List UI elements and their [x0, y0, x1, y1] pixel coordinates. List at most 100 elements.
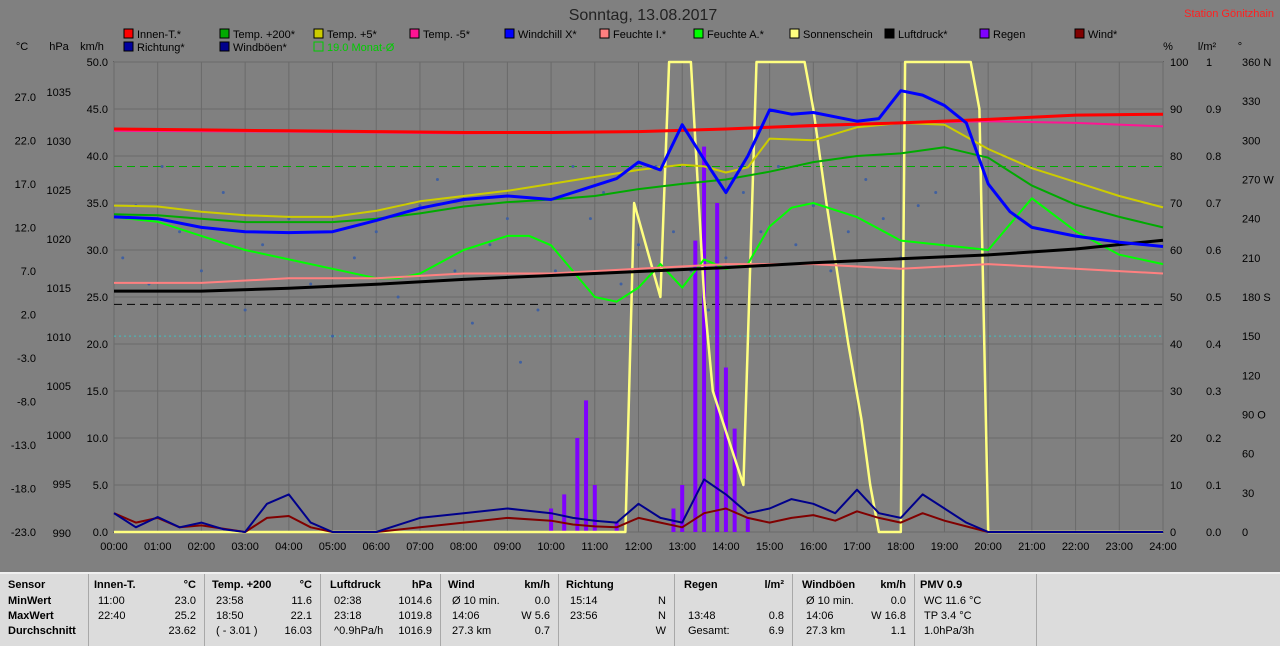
x-tick: 01:00	[144, 541, 172, 553]
direction-point	[829, 269, 833, 273]
humidity-tick: 50	[1170, 292, 1182, 304]
pressure-tick: 1020	[47, 234, 71, 246]
x-tick: 02:00	[188, 541, 216, 553]
x-tick: 07:00	[406, 541, 434, 553]
x-tick: 04:00	[275, 541, 303, 553]
rain-tick: 0.7	[1206, 198, 1221, 210]
stats-cell-left: WC 11.6 °C	[924, 595, 982, 607]
direction-tick: 150	[1242, 331, 1260, 343]
temp-tick: -13.0	[11, 440, 36, 452]
rain-bar	[693, 240, 698, 532]
stats-cell-value: 6.9	[768, 625, 784, 637]
direction-point	[619, 282, 623, 286]
direction-tick: 240	[1242, 214, 1260, 226]
weather-chart: 27.0 22.0 17.0 12.0 7.0 2.0 -3.0 -8.0 -13.0 -18.0…	[0, 0, 1280, 570]
stats-cell-value: N	[658, 610, 666, 622]
temp-tick: 27.0	[15, 92, 36, 104]
stats-column: Temp. +200 °C 23:58 11.6 18:50 22.1( - 3.01 )…	[208, 574, 321, 646]
stats-cell-left: 1.0hPa/3h	[924, 625, 975, 637]
temp-tick: 17.0	[15, 179, 36, 191]
direction-point	[243, 308, 247, 312]
stats-unit: km/h	[880, 579, 906, 591]
stats-cell-value: 0.7	[534, 625, 550, 637]
stats-cell-value: 0.0	[534, 595, 550, 607]
x-tick: 08:00	[450, 541, 478, 553]
legend-swatch	[313, 41, 324, 52]
stats-header: Richtung	[566, 579, 614, 591]
stats-cell-value: W 16.8	[871, 610, 906, 622]
stats-unit: l/m²	[764, 579, 784, 591]
x-tick: 21:00	[1018, 541, 1046, 553]
stats-cell-value: 0.8	[768, 610, 784, 622]
rain-tick: 0.3	[1206, 386, 1221, 398]
pressure-tick: 995	[53, 479, 71, 491]
x-tick: 00:00	[100, 541, 128, 553]
stats-row-label: MinWert	[8, 595, 52, 607]
pressure-tick: 1025	[47, 185, 71, 197]
legend: Innen-T.* Temp. +200* Temp. +5* Temp. -5* Wi…	[123, 28, 1118, 54]
direction-point	[160, 164, 164, 168]
legend-label: Sonnenschein	[803, 29, 873, 41]
legend-label: Temp. +5*	[327, 29, 378, 41]
legend-label: Temp. -5*	[423, 29, 471, 41]
wind-tick: 40.0	[87, 151, 108, 163]
wind-tick: 35.0	[87, 198, 108, 210]
x-tick: 11:00	[581, 541, 608, 553]
axis-unit: °	[1238, 41, 1242, 53]
stats-cell-value: 22.1	[290, 610, 312, 622]
x-tick: 12:00	[625, 541, 653, 553]
pressure-tick: 1015	[47, 283, 71, 295]
direction-point	[488, 243, 492, 247]
direction-point	[221, 191, 225, 195]
x-tick: 06:00	[362, 541, 390, 553]
station-name: Station Gönitzhain	[1184, 8, 1274, 20]
legend-label: Windböen*	[233, 42, 288, 54]
stats-cell-value: 1019.8	[398, 610, 432, 622]
direction-point	[331, 334, 335, 338]
x-tick: 18:00	[887, 541, 915, 553]
wind-tick: 45.0	[87, 104, 108, 116]
direction-tick: 300	[1242, 135, 1260, 147]
direction-point	[571, 164, 575, 168]
direction-point	[794, 243, 798, 247]
stats-row-label: Durchschnitt	[8, 625, 76, 637]
direction-tick: 120	[1242, 370, 1260, 382]
legend-label: Luftdruck*	[898, 29, 948, 41]
direction-point	[518, 360, 522, 364]
legend-label: Wind*	[1088, 29, 1118, 41]
x-tick: 16:00	[800, 541, 828, 553]
direction-point	[934, 191, 938, 195]
legend-swatch	[1074, 28, 1085, 39]
temp-tick: 22.0	[15, 136, 36, 148]
rain-bar	[745, 517, 750, 532]
stats-cell-value: 25.2	[174, 610, 196, 622]
legend-label: 19.0 Monat-Ø	[327, 42, 395, 54]
pressure-tick: 1000	[47, 430, 71, 442]
direction-point	[121, 256, 125, 260]
temp-tick: 2.0	[21, 310, 36, 322]
wind-tick: 0.0	[93, 527, 108, 539]
rain-bar	[702, 146, 707, 532]
humidity-tick: 10	[1170, 480, 1182, 492]
rain-tick: 0.9	[1206, 104, 1221, 116]
stats-cell-value: N	[658, 595, 666, 607]
humidity-tick: 60	[1170, 245, 1182, 257]
legend-swatch	[409, 28, 420, 39]
stats-row-label: MaxWert	[8, 610, 54, 622]
rain-tick: 0.4	[1206, 339, 1221, 351]
wind-tick: 25.0	[87, 292, 108, 304]
pressure-tick: 990	[53, 528, 71, 540]
axis-unit: hPa	[49, 41, 69, 53]
axis-unit: %	[1163, 41, 1173, 53]
stats-cell-value: 1014.6	[398, 595, 432, 607]
temp-tick: -8.0	[17, 397, 36, 409]
rain-bar	[732, 428, 737, 532]
rain-bar	[562, 494, 567, 532]
rain-tick: 0.5	[1206, 292, 1221, 304]
legend-swatch	[313, 28, 324, 39]
direction-tick: 270 W	[1242, 175, 1274, 187]
pressure-tick: 1010	[47, 332, 71, 344]
x-tick: 22:00	[1062, 541, 1090, 553]
legend-swatch	[884, 28, 895, 39]
humidity-tick: 40	[1170, 339, 1182, 351]
